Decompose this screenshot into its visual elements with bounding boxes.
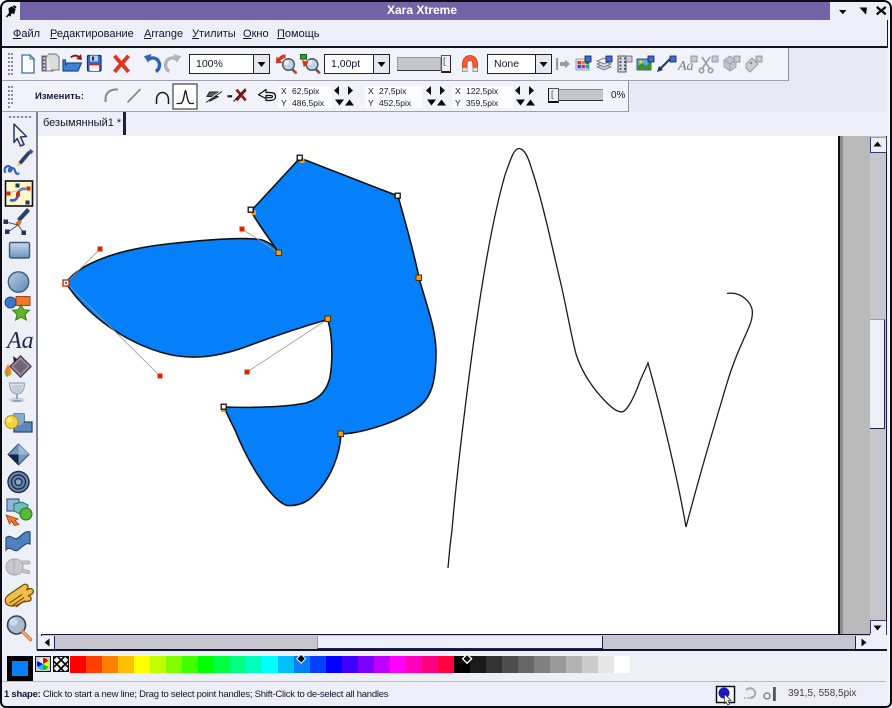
- svg-text:Aa: Aa: [5, 328, 34, 354]
